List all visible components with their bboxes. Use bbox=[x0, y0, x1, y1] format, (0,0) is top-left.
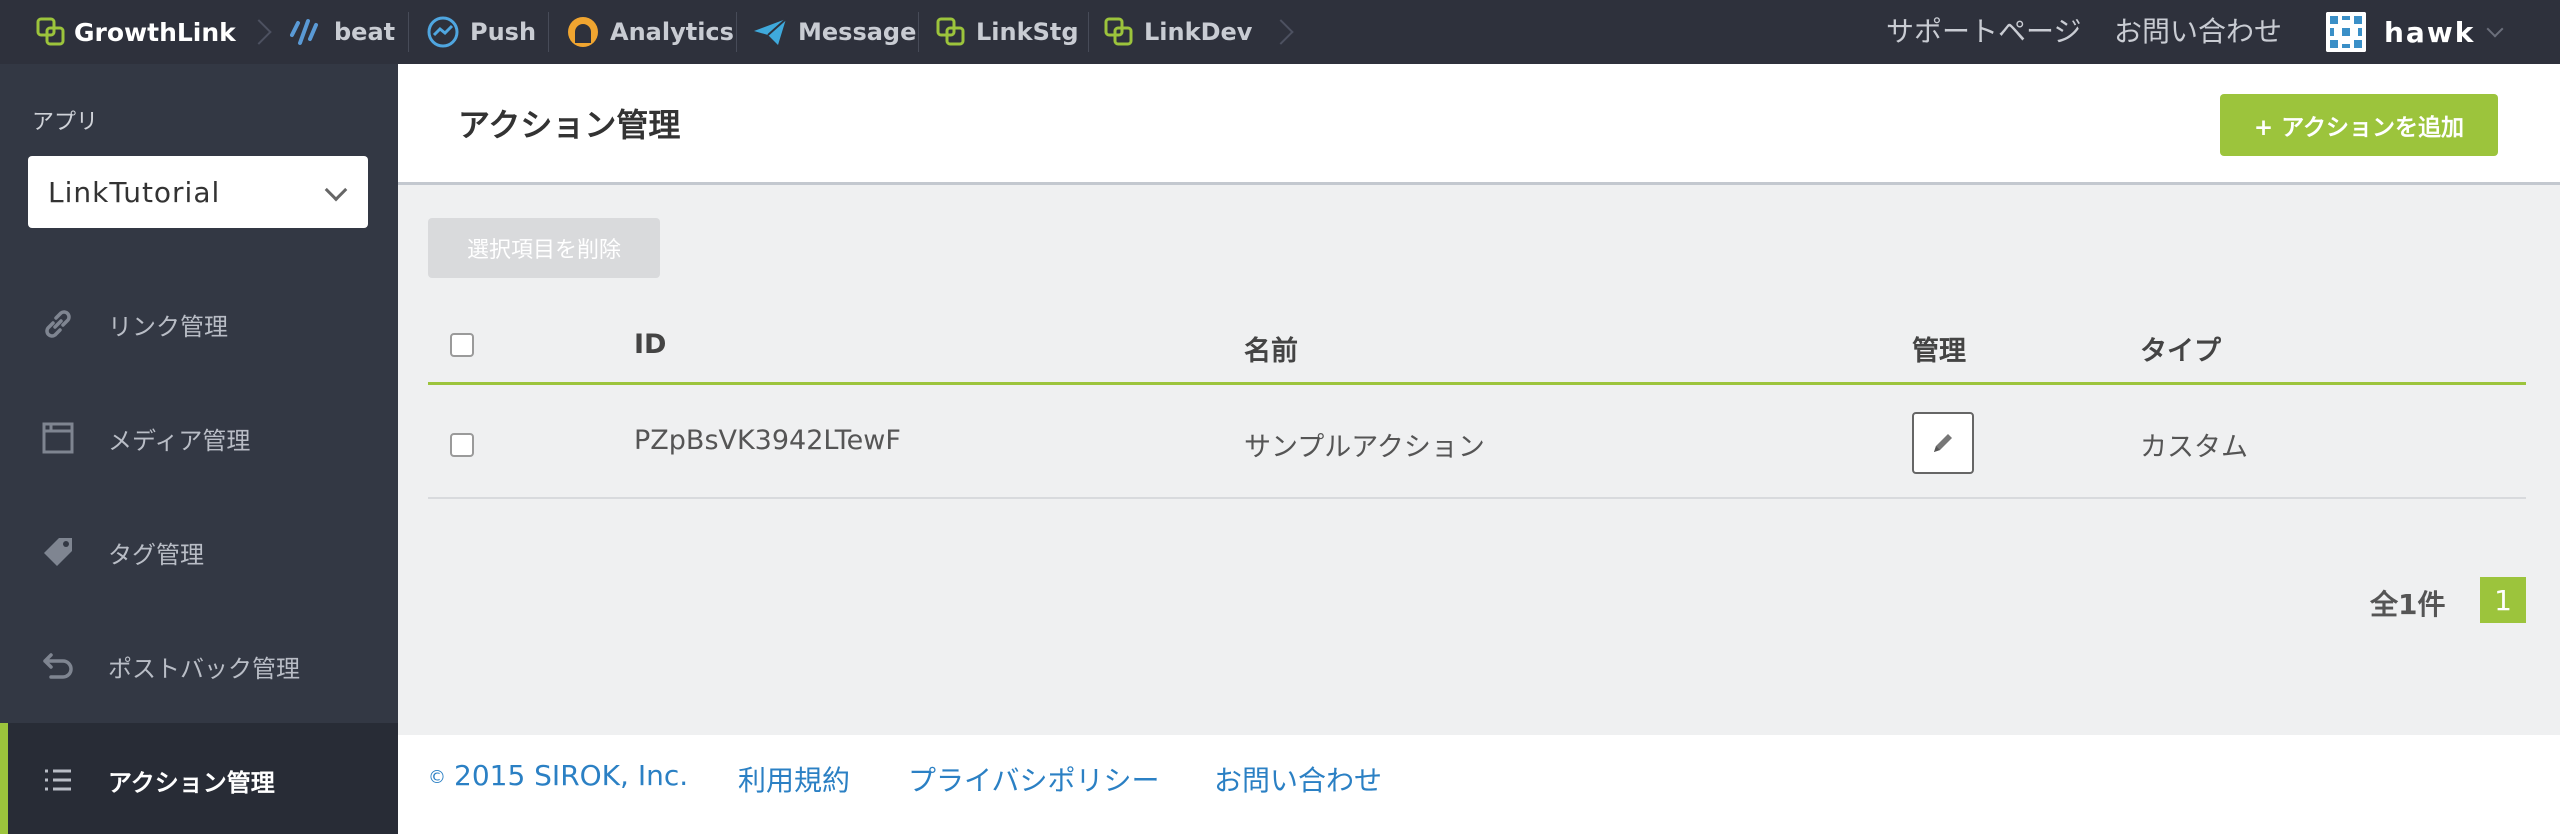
nav-linkstg[interactable]: LinkStg bbox=[936, 12, 1079, 52]
row-id: PZpBsVK3942LTewF bbox=[634, 425, 901, 456]
nav-beat-label: beat bbox=[334, 18, 396, 46]
copyright-text: 2015 SIROK, Inc. bbox=[454, 759, 689, 792]
sidebar-item-label: メディア管理 bbox=[108, 426, 251, 455]
row-checkbox[interactable] bbox=[450, 433, 474, 457]
row-name: サンプルアクション bbox=[1244, 432, 1485, 463]
select-all-checkbox[interactable] bbox=[450, 333, 474, 357]
growthlink-logo-icon bbox=[36, 17, 65, 46]
sidebar-item-postback[interactable]: ポストバック管理 bbox=[0, 609, 398, 723]
nav-beat[interactable]: beat bbox=[290, 12, 395, 52]
breadcrumb-separator bbox=[250, 14, 264, 50]
copyright-symbol: © bbox=[428, 766, 446, 788]
sidebar-item-media[interactable]: メディア管理 bbox=[0, 381, 398, 495]
nav-linkdev[interactable]: LinkDev bbox=[1104, 12, 1252, 52]
brand-logo[interactable]: GrowthLink bbox=[36, 12, 236, 52]
table-row: PZpBsVK3942LTewF サンプルアクション カスタム bbox=[428, 385, 2526, 499]
sidebar-item-label: アクション管理 bbox=[108, 768, 275, 797]
nav-divider bbox=[408, 12, 409, 52]
chevron-down-icon bbox=[2486, 20, 2504, 38]
footer: © 2015 SIROK, Inc. 利用規約 プライバシポリシー お問い合わせ bbox=[398, 735, 2560, 834]
footer-contact-link[interactable]: お問い合わせ bbox=[1214, 759, 1382, 799]
sidebar-item-label: ポストバック管理 bbox=[108, 654, 300, 683]
table-header-row: ID 名前 管理 タイプ bbox=[428, 305, 2526, 385]
nav-divider bbox=[1088, 12, 1089, 52]
nav-analytics-label: Analytics bbox=[610, 18, 734, 46]
sidebar-item-actions[interactable]: アクション管理 bbox=[0, 723, 398, 834]
nav-push[interactable]: Push bbox=[426, 12, 536, 52]
app-select[interactable]: LinkTutorial bbox=[28, 156, 368, 228]
nav-push-label: Push bbox=[470, 18, 537, 46]
beat-icon bbox=[290, 19, 318, 45]
user-name: hawk bbox=[2384, 15, 2476, 49]
row-type: カスタム bbox=[2140, 432, 2248, 463]
nav-analytics[interactable]: Analytics bbox=[566, 12, 734, 52]
edit-button[interactable] bbox=[1912, 412, 1974, 474]
chevron-down-icon bbox=[324, 178, 348, 202]
page-header: アクション管理 + アクションを追加 bbox=[398, 64, 2560, 185]
top-navigation-bar: GrowthLink beat Push Analytics Message L… bbox=[0, 0, 2560, 64]
message-icon bbox=[754, 18, 787, 45]
total-count: 全1件 bbox=[2370, 588, 2446, 621]
tag-icon bbox=[40, 534, 76, 570]
nav-divider bbox=[736, 12, 737, 52]
list-icon bbox=[40, 762, 76, 798]
main-content: 選択項目を削除 ID 名前 管理 タイプ PZpBsVK3942LTewF サン… bbox=[398, 185, 2560, 735]
column-header-id: ID bbox=[634, 329, 667, 360]
link-icon bbox=[40, 306, 76, 342]
app-select-value: LinkTutorial bbox=[48, 175, 221, 209]
link-icon bbox=[936, 17, 965, 46]
postback-icon bbox=[40, 648, 76, 684]
copyright: © 2015 SIROK, Inc. bbox=[428, 759, 688, 792]
sidebar-item-label: タグ管理 bbox=[108, 540, 204, 569]
app-label: アプリ bbox=[32, 110, 99, 135]
sidebar: アプリ LinkTutorial リンク管理 メディア管理 タグ管理 ポストバッ… bbox=[0, 64, 398, 834]
nav-divider bbox=[918, 12, 919, 52]
avatar bbox=[2326, 12, 2366, 52]
terms-link[interactable]: 利用規約 bbox=[738, 759, 850, 799]
push-icon bbox=[427, 16, 459, 48]
sidebar-item-tags[interactable]: タグ管理 bbox=[0, 495, 398, 609]
pencil-icon bbox=[1934, 434, 1952, 452]
nav-message-label: Message bbox=[798, 18, 917, 46]
media-icon bbox=[40, 420, 76, 456]
analytics-icon bbox=[568, 17, 598, 47]
link-icon bbox=[1104, 17, 1133, 46]
user-menu[interactable]: hawk bbox=[2326, 12, 2504, 52]
nav-linkdev-label: LinkDev bbox=[1144, 18, 1253, 46]
sidebar-item-links[interactable]: リンク管理 bbox=[0, 267, 398, 381]
column-header-name: 名前 bbox=[1244, 336, 1298, 367]
privacy-policy-link[interactable]: プライバシポリシー bbox=[908, 759, 1159, 799]
brand-name: GrowthLink bbox=[74, 17, 236, 47]
add-action-button[interactable]: + アクションを追加 bbox=[2220, 94, 2498, 156]
nav-linkstg-label: LinkStg bbox=[976, 18, 1079, 46]
column-header-type: タイプ bbox=[2140, 336, 2221, 367]
page-title: アクション管理 bbox=[458, 106, 681, 144]
nav-divider bbox=[548, 12, 549, 52]
breadcrumb-separator bbox=[1272, 14, 1286, 50]
column-header-manage: 管理 bbox=[1912, 336, 1966, 367]
delete-selected-button[interactable]: 選択項目を削除 bbox=[428, 218, 660, 278]
contact-link[interactable]: お問い合わせ bbox=[2114, 14, 2282, 50]
actions-table: ID 名前 管理 タイプ PZpBsVK3942LTewF サンプルアクション … bbox=[428, 305, 2526, 499]
sidebar-item-label: リンク管理 bbox=[108, 312, 228, 341]
nav-message[interactable]: Message bbox=[752, 12, 916, 52]
support-page-link[interactable]: サポートページ bbox=[1886, 14, 2081, 50]
pagination-page-1[interactable]: 1 bbox=[2480, 577, 2526, 623]
